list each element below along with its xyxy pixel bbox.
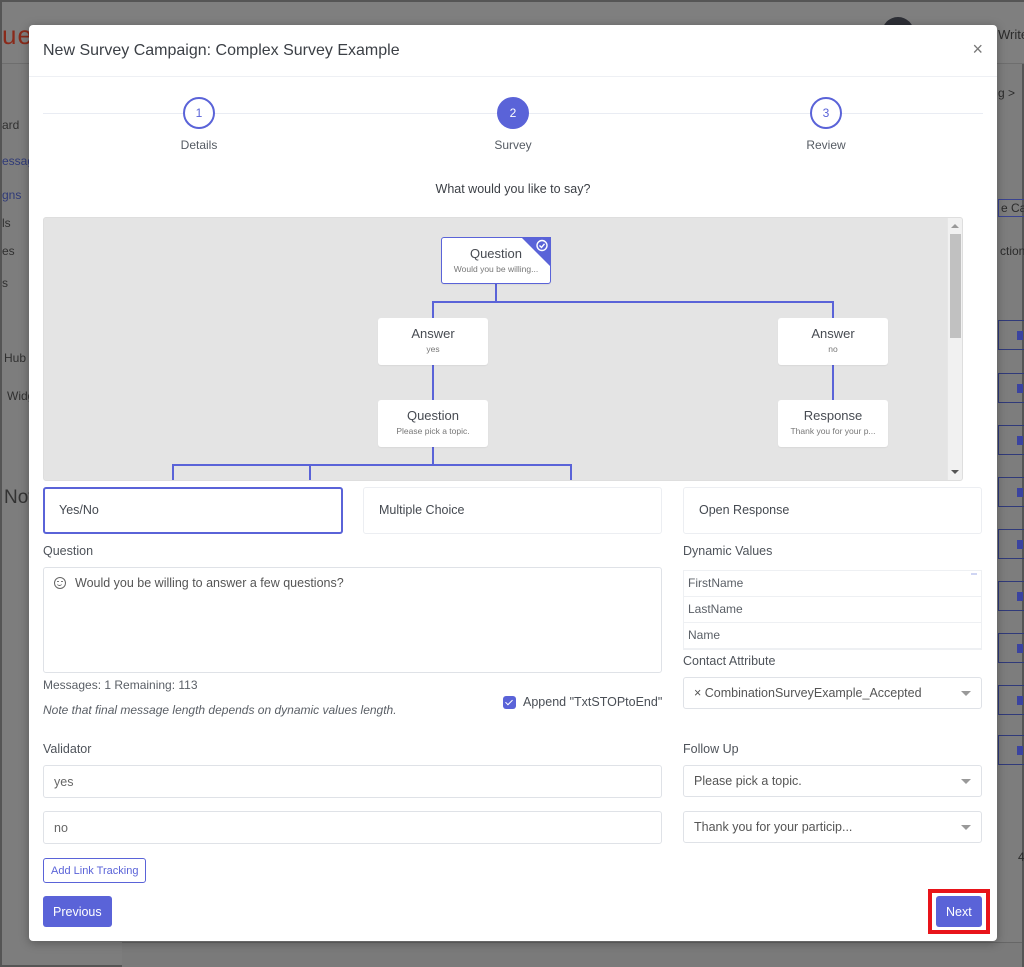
step-review[interactable]: 3 Review — [781, 97, 871, 152]
question-text: Would you be willing to answer a few que… — [75, 576, 344, 590]
background-row-button — [998, 477, 1024, 507]
dynamic-value-item[interactable]: FirstName — [684, 571, 981, 597]
selected-check-icon — [521, 237, 551, 267]
node-subtitle: Thank you for your p... — [790, 426, 876, 436]
contact-attribute-select[interactable]: × CombinationSurveyExample_Accepted — [683, 677, 982, 709]
question-label: Question — [43, 544, 94, 558]
background-breadcrumb: g > — [998, 86, 1016, 100]
scrollbar-thumb[interactable] — [950, 234, 961, 338]
close-icon: × — [972, 39, 983, 59]
node-title: Response — [803, 408, 863, 423]
step-number: 1 — [183, 97, 215, 129]
sidebar-item-dashboard: ard — [2, 118, 20, 132]
background-row-button — [998, 425, 1024, 455]
contact-attribute-value: × CombinationSurveyExample_Accepted — [694, 686, 922, 700]
background-row-button — [998, 529, 1024, 559]
sidebar-item-campaigns: gns — [2, 188, 22, 202]
node-subtitle: yes — [426, 344, 440, 354]
background-actions-header: ction — [1000, 244, 1024, 258]
background-row-button — [998, 735, 1024, 765]
background-sidebar: ard essag gns ls es s Hub Widg — [2, 64, 34, 967]
step-number: 3 — [810, 97, 842, 129]
background-row-button — [998, 373, 1024, 403]
type-yes-no-button[interactable]: Yes/No — [43, 487, 343, 534]
validator-label: Validator — [43, 742, 92, 756]
contact-attribute-label: Contact Attribute — [683, 654, 776, 668]
flow-node-question-root[interactable]: Question Would you be willing... — [441, 237, 551, 284]
dynamic-value-item[interactable]: LastName — [684, 597, 981, 623]
question-textarea[interactable]: Would you be willing to answer a few que… — [43, 567, 662, 673]
validator-input-yes[interactable] — [43, 765, 662, 798]
step-label: Details — [180, 138, 218, 152]
follow-up-label: Follow Up — [683, 742, 739, 756]
modal-header: New Survey Campaign: Complex Survey Exam… — [29, 25, 997, 77]
sidebar-item-4: ls — [2, 216, 11, 230]
previous-button[interactable]: Previous — [43, 896, 112, 927]
validator-input-no[interactable] — [43, 811, 662, 844]
connector-line — [496, 301, 834, 318]
node-subtitle: Please pick a topic. — [396, 426, 470, 436]
emoji-icon[interactable] — [54, 577, 66, 589]
follow-up-select-yes[interactable]: Please pick a topic. — [683, 765, 982, 797]
dynamic-values-label: Dynamic Values — [683, 544, 773, 558]
sidebar-item-6: s — [2, 276, 8, 290]
survey-flow-canvas[interactable]: Question Would you be willing... Answer … — [43, 217, 963, 481]
modal-title: New Survey Campaign: Complex Survey Exam… — [43, 42, 400, 59]
step-label: Review — [806, 138, 846, 152]
scroll-down-arrow-icon[interactable] — [951, 470, 959, 474]
step-label: Survey — [494, 138, 532, 152]
step-survey[interactable]: 2 Survey — [468, 97, 558, 152]
scroll-up-arrow-icon[interactable] — [951, 224, 959, 228]
length-note: Note that final message length depends o… — [43, 703, 397, 717]
follow-up-select-no[interactable]: Thank you for your particip... — [683, 811, 982, 843]
step-details[interactable]: 1 Details — [154, 97, 244, 152]
background-row-button — [998, 685, 1024, 715]
node-subtitle: no — [828, 344, 838, 354]
sidebar-item-hub: Hub — [4, 351, 27, 365]
node-title: Answer — [811, 326, 855, 341]
follow-up-value: Thank you for your particip... — [694, 820, 853, 834]
step-number: 2 — [497, 97, 529, 129]
background-row-button — [998, 581, 1024, 611]
type-multiple-choice-button[interactable]: Multiple Choice — [363, 487, 662, 534]
sidebar-item-5: es — [2, 244, 15, 258]
background-pagination: 4 — [1018, 850, 1024, 864]
wizard-stepper: 1 Details 2 Survey 3 Review — [43, 95, 983, 155]
type-open-response-button[interactable]: Open Response — [683, 487, 982, 534]
flow-node-question-topic[interactable]: Question Please pick a topic. — [378, 400, 488, 447]
dynamic-values-list[interactable]: FirstName LastName Name — [683, 570, 982, 650]
flow-node-answer-no[interactable]: Answer no — [778, 318, 888, 365]
dynamic-values-scrollbar[interactable] — [971, 573, 977, 575]
add-link-tracking-button[interactable]: Add Link Tracking — [43, 858, 147, 883]
follow-up-value: Please pick a topic. — [694, 774, 802, 788]
close-button[interactable]: × — [972, 39, 983, 60]
dropdown-caret-icon — [961, 825, 971, 830]
background-row-button — [998, 633, 1024, 663]
background-create-button: e Can — [998, 199, 1024, 217]
dropdown-caret-icon — [961, 779, 971, 784]
flow-node-response[interactable]: Response Thank you for your p... — [778, 400, 888, 447]
node-title: Answer — [411, 326, 455, 341]
connector-line — [432, 284, 497, 318]
dynamic-value-item[interactable]: Name — [684, 623, 981, 649]
append-stop-label: Append "TxtSTOPtoEnd" — [523, 695, 663, 709]
append-stop-checkbox[interactable]: Append "TxtSTOPtoEnd" — [503, 695, 662, 709]
header-user-name: Write — [998, 27, 1024, 42]
node-title: Question — [406, 408, 460, 423]
message-count: Messages: 1 Remaining: 113 — [43, 678, 198, 692]
checkbox-checked-icon[interactable] — [503, 695, 516, 709]
next-button[interactable]: Next — [936, 896, 982, 927]
background-row-button — [998, 320, 1024, 350]
flow-node-answer-yes[interactable]: Answer yes — [378, 318, 488, 365]
flow-scrollbar[interactable] — [947, 218, 962, 480]
connector-line — [433, 464, 572, 480]
dropdown-caret-icon — [961, 691, 971, 696]
background-footer — [122, 942, 1022, 967]
survey-prompt: What would you like to say? — [435, 182, 591, 196]
new-survey-campaign-modal: New Survey Campaign: Complex Survey Exam… — [29, 25, 997, 941]
connector-line — [172, 447, 434, 480]
